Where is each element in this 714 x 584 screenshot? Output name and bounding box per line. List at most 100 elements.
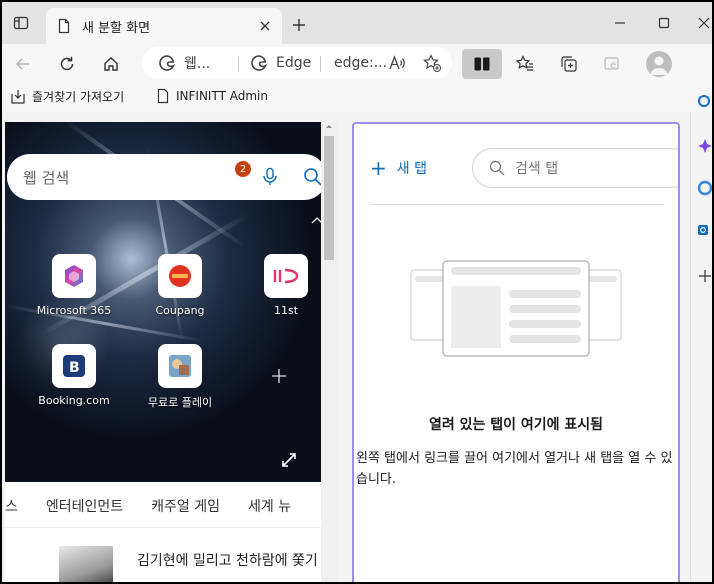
news-headline[interactable]: 김기현에 밀리고 천하람에 쫓기 (137, 550, 318, 570)
scrollbar[interactable] (321, 122, 337, 582)
plus-icon (293, 19, 305, 31)
refresh-icon (60, 56, 74, 71)
split-screen-button[interactable] (462, 49, 502, 79)
address-segment-label: Edge (276, 55, 312, 71)
tile-label: Booking.com (38, 394, 110, 407)
split-screen-content: 웹 검색 2 Microsoft 365 Coupang 11st B Book… (2, 112, 712, 582)
browser-window: 새 분할 화면 웹... Edge edge:... e 즐겨찾기 가져오기 I… (2, 2, 712, 582)
outlook-icon[interactable] (697, 222, 712, 238)
11st-icon (264, 254, 308, 298)
tile-label: Microsoft 365 (36, 304, 112, 317)
sidebar-search-icon[interactable] (697, 94, 712, 110)
edge-logo-icon (251, 55, 268, 71)
edge-sidebar (690, 95, 712, 582)
game-icon (158, 344, 202, 388)
tile-free-play[interactable]: 무료로 플레이 (135, 344, 225, 410)
profile-avatar[interactable] (646, 51, 672, 77)
address-segment-edge[interactable]: Edge (250, 47, 311, 79)
document-icon (58, 18, 70, 34)
address-separator (238, 56, 239, 72)
tile-label: 무료로 플레이 (147, 396, 213, 409)
tab-title: 새 분할 화면 (82, 20, 151, 36)
minimize-icon (615, 22, 625, 24)
tab-strip: 새 분할 화면 (2, 2, 712, 44)
split-screen-icon (474, 57, 490, 71)
tab-actions-button[interactable] (10, 12, 32, 34)
search-icon (489, 160, 505, 176)
expand-icon[interactable] (281, 452, 297, 468)
category-tab[interactable]: 스 (5, 496, 18, 516)
booking-icon: B (52, 344, 96, 388)
address-segment-label: 웹... (184, 56, 211, 72)
minimize-button[interactable] (608, 12, 632, 34)
ie-mode-button[interactable]: e (600, 51, 626, 77)
new-tab-link[interactable]: + 새 탭 (370, 158, 427, 178)
bookmark-infinitt-admin[interactable]: INFINITT Admin (156, 88, 268, 104)
tab-close-button[interactable] (256, 17, 274, 35)
refresh-button[interactable] (54, 51, 80, 77)
scrollbar-thumb[interactable] (324, 136, 334, 260)
home-button[interactable] (98, 51, 124, 77)
tab-actions-icon (13, 16, 29, 30)
microphone-icon[interactable] (261, 167, 279, 187)
close-icon (698, 17, 710, 29)
star-add-icon (423, 54, 441, 72)
read-aloud-button[interactable] (388, 47, 406, 79)
add-sidebar-app-icon[interactable] (697, 268, 712, 284)
bookmarks-bar: 즐겨찾기 가져오기 INFINITT Admin (2, 82, 712, 112)
tile-microsoft-365[interactable]: Microsoft 365 (29, 254, 119, 317)
tile-11st[interactable]: 11st (241, 254, 331, 317)
svg-text:B: B (69, 360, 80, 376)
favorites-button[interactable] (512, 51, 538, 77)
news-thumbnail (59, 546, 113, 582)
home-icon (104, 57, 118, 71)
microsoft-365-icon[interactable] (697, 180, 712, 196)
add-favorite-button[interactable] (422, 47, 442, 79)
import-favorites-link[interactable]: 즐겨찾기 가져오기 (10, 88, 124, 105)
collections-button[interactable] (556, 51, 582, 77)
category-tab[interactable]: 세계 뉴 (248, 496, 291, 516)
address-separator (320, 56, 321, 72)
category-tab[interactable]: 엔터테인먼트 (46, 496, 123, 516)
import-icon (11, 89, 25, 104)
back-button[interactable] (10, 51, 36, 77)
close-window-button[interactable] (692, 12, 712, 34)
tile-booking[interactable]: B Booking.com (29, 344, 119, 407)
add-shortcut-icon[interactable] (271, 368, 287, 384)
search-placeholder: 웹 검색 (23, 168, 70, 187)
bookmark-label: 즐겨찾기 가져오기 (32, 90, 125, 104)
collections-icon (561, 56, 577, 72)
document-icon (157, 88, 169, 104)
address-segment-web[interactable]: 웹... (158, 47, 210, 79)
empty-state-description: 왼쪽 탭에서 링크를 끌어 여기에서 열거나 새 탭을 열 수 있습니다. (356, 451, 673, 487)
address-segment-url[interactable]: edge:... (334, 47, 387, 79)
toolbar: 웹... Edge edge:... e (2, 44, 712, 82)
tab-search-input[interactable]: 검색 탭 (472, 148, 678, 188)
copilot-icon[interactable] (697, 138, 712, 154)
category-tab[interactable]: 캐주얼 게임 (151, 496, 220, 516)
web-search-box[interactable]: 웹 검색 2 (7, 154, 327, 200)
search-icon[interactable] (303, 167, 323, 187)
address-bar[interactable]: 웹... Edge edge:... (142, 47, 452, 79)
close-icon (260, 21, 270, 31)
coupang-icon (158, 254, 202, 298)
profile-icon (650, 56, 668, 75)
tile-label: 11st (273, 304, 299, 317)
maximize-button[interactable] (652, 12, 676, 34)
empty-tabs-illustration (410, 260, 622, 357)
divider (370, 204, 664, 205)
empty-state-heading: 열려 있는 탭이 여기에 표시됨 (428, 417, 604, 433)
new-tab-button[interactable] (288, 14, 310, 36)
news-card[interactable]: 김기현에 밀리고 천하람에 쫓기 (5, 528, 321, 582)
microsoft-365-icon (52, 254, 96, 298)
tile-label: Coupang (155, 304, 205, 317)
right-pane-tab-picker: + 새 탭 검색 탭 열려 있는 탭이 여기에 표시됨 왼쪽 탭에서 링크를 끌… (352, 122, 680, 582)
ie-mode-icon: e (604, 57, 619, 71)
notification-badge[interactable]: 2 (235, 161, 251, 177)
tile-coupang[interactable]: Coupang (135, 254, 225, 317)
read-aloud-icon (389, 55, 405, 70)
scroll-up-arrow-icon[interactable] (321, 122, 337, 130)
tab-new-split-screen[interactable]: 새 분할 화면 (46, 8, 282, 44)
svg-text:e: e (610, 60, 616, 71)
tab-search-placeholder: 검색 탭 (515, 161, 559, 177)
